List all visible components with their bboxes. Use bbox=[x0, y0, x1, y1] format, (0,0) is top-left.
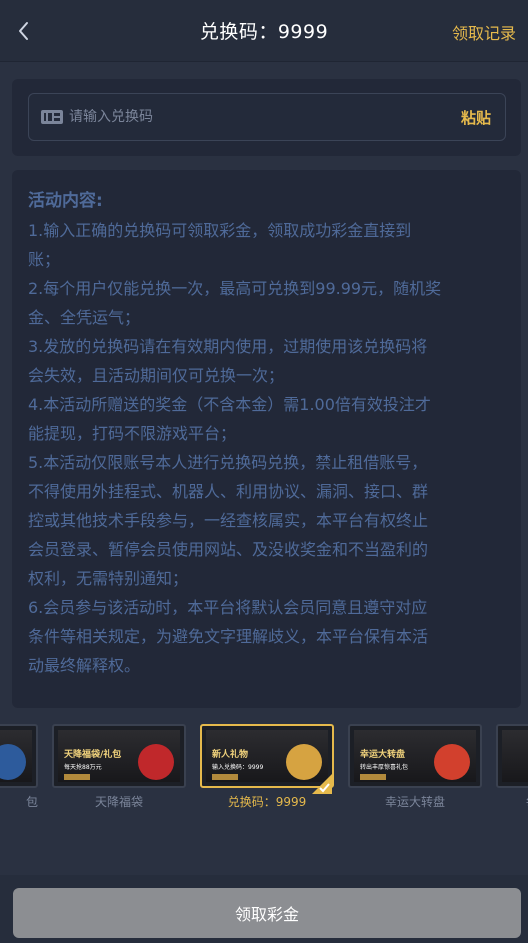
promo-banner-item[interactable]: 每 bbox=[496, 720, 528, 815]
redeem-card: 粘贴 bbox=[12, 79, 521, 156]
rules-text: 1.输入正确的兑换码可领取彩金，领取成功彩金直接到 账； 2.每个用户仅能兑换一… bbox=[28, 216, 507, 680]
promo-banner-label: 兑换码：9999 bbox=[227, 795, 307, 809]
claim-bonus-button[interactable]: 领取彩金 bbox=[13, 888, 521, 938]
promo-banner-label: 天降福袋 bbox=[94, 795, 143, 809]
rules-line: 能提现，打码不限游戏平台； bbox=[28, 424, 237, 443]
paste-button[interactable]: 粘贴 bbox=[461, 107, 491, 128]
promo-banner-label: 包 bbox=[25, 795, 38, 809]
promo-banner-image: 新人礼物 输入兑换码：9999 bbox=[200, 724, 334, 794]
rules-line: 条件等相关规定，为避免文字理解歧义，本平台保有本活 bbox=[28, 627, 429, 646]
rules-line: 动最终解释权。 bbox=[28, 656, 141, 675]
prize-wheel-icon bbox=[434, 744, 470, 780]
promo-banner-image bbox=[496, 724, 528, 788]
rules-line: 不得使用外挂程式、机器人、利用协议、漏洞、接口、群 bbox=[28, 482, 429, 501]
promo-banner-image bbox=[0, 724, 38, 788]
bottom-bar: 领取彩金 bbox=[0, 875, 528, 943]
rules-line: 金、全凭运气； bbox=[28, 308, 141, 327]
rules-line: 权利，无需特别通知； bbox=[28, 569, 189, 588]
rules-line: 2.每个用户仅能兑换一次，最高可兑换到99.99元，随机奖 bbox=[28, 279, 442, 298]
rules-line: 4.本活动所赠送的奖金（不含本金）需1.00倍有效投注才 bbox=[28, 395, 431, 414]
promo-banner-item[interactable]: 包 bbox=[0, 720, 38, 815]
redeem-code-input[interactable] bbox=[69, 109, 461, 125]
rules-line: 1.输入正确的兑换码可领取彩金，领取成功彩金直接到 bbox=[28, 221, 412, 240]
rules-heading: 活动内容: bbox=[28, 191, 103, 211]
rules-line: 会员登录、暂停会员使用网站、及没收奖金和不当盈利的 bbox=[28, 540, 429, 559]
top-bar: 兑换码：9999 领取记录 bbox=[0, 0, 528, 62]
rules-line: 5.本活动仅限账号本人进行兑换码兑换，禁止租借账号， bbox=[28, 453, 428, 472]
promo-banner-label: 幸运大转盘 bbox=[384, 795, 445, 809]
promo-banner-item[interactable]: 天降福袋/礼包 每天抢88万元 天降福袋 bbox=[52, 720, 186, 815]
promo-banner-label: 每 bbox=[496, 793, 528, 810]
rules-line: 控或其他技术手段参与，一经查核属实，本平台有权终止 bbox=[28, 511, 429, 530]
rules-line: 账； bbox=[28, 250, 61, 269]
promo-banner-carousel[interactable]: 包 天降福袋/礼包 每天抢88万元 天降福袋 新人礼物 输入兑换码：9999 兑… bbox=[0, 720, 528, 820]
claim-records-link[interactable]: 领取记录 bbox=[452, 20, 516, 44]
promo-banner-item[interactable]: 幸运大转盘 转出丰厚惊喜礼包 幸运大转盘 bbox=[348, 720, 482, 815]
promo-banner-image: 天降福袋/礼包 每天抢88万元 bbox=[52, 724, 186, 788]
promo-art bbox=[0, 744, 26, 780]
page-title: 兑换码：9999 bbox=[199, 21, 329, 43]
promo-banner-image: 幸运大转盘 转出丰厚惊喜礼包 bbox=[348, 724, 482, 788]
redeem-input-box[interactable]: 粘贴 bbox=[28, 93, 506, 141]
back-arrow-icon[interactable] bbox=[12, 18, 36, 44]
promo-banner-item-selected[interactable]: 新人礼物 输入兑换码：9999 兑换码：9999 bbox=[200, 720, 334, 815]
rules-line: 会失效，且活动期间仅可兑换一次； bbox=[28, 366, 285, 385]
rules-line: 6.会员参与该活动时，本平台将默认会员同意且遵守对应 bbox=[28, 598, 428, 617]
selected-check-icon bbox=[312, 774, 332, 794]
rules-line: 3.发放的兑换码请在有效期内使用，过期使用该兑换码将 bbox=[28, 337, 428, 356]
activity-rules-panel: 活动内容: 1.输入正确的兑换码可领取彩金，领取成功彩金直接到 账； 2.每个用… bbox=[12, 170, 521, 708]
lucky-bag-icon bbox=[138, 744, 174, 780]
ticket-code-icon bbox=[41, 110, 63, 124]
